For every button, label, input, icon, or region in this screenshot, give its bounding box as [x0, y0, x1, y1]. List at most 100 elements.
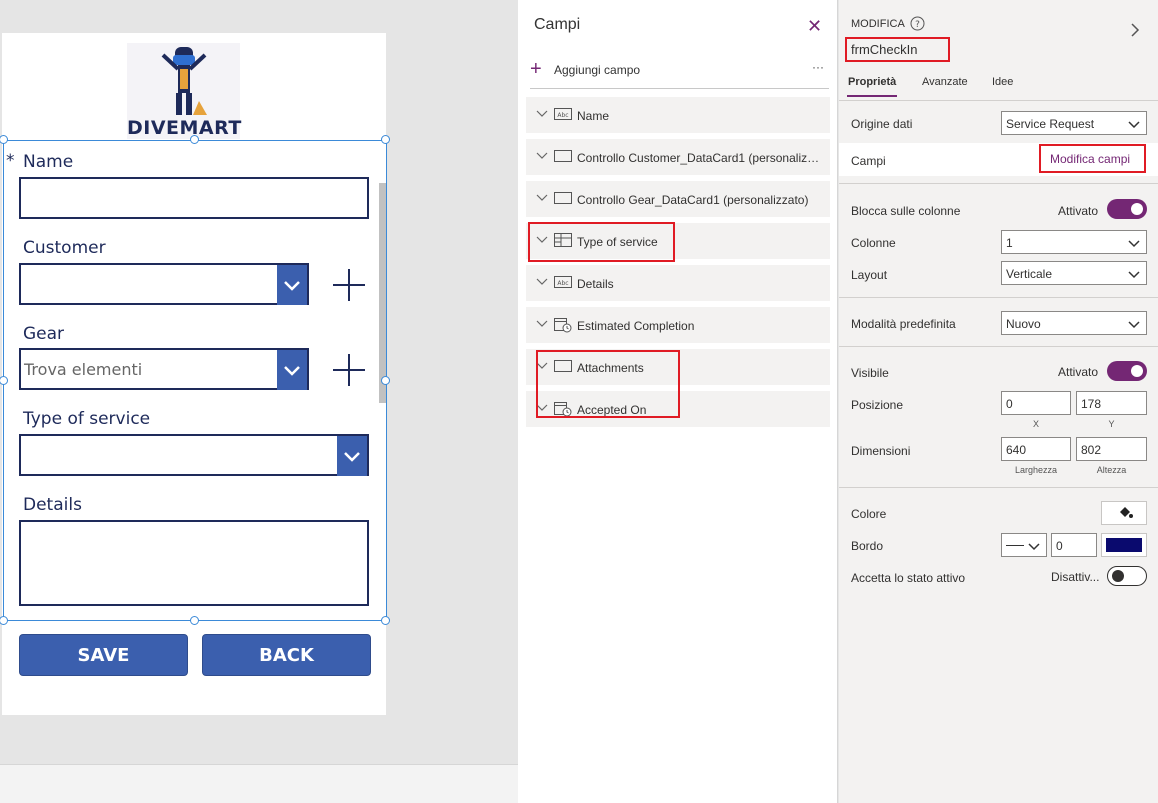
border-color-button[interactable]	[1101, 533, 1147, 557]
data-source-select[interactable]: Service Request	[1001, 111, 1147, 135]
height-input[interactable]: 802	[1076, 437, 1147, 461]
field-row-label: Estimated Completion	[577, 319, 695, 333]
paint-bucket-icon	[1120, 507, 1133, 518]
layout-value: Verticale	[1006, 267, 1053, 281]
field-row-label: Name	[577, 109, 610, 123]
divider	[530, 88, 829, 89]
chevron-down-icon	[1128, 321, 1140, 329]
add-field-label: Aggiungi campo	[554, 63, 641, 77]
accept-focus-state: Disattiv...	[1051, 570, 1100, 584]
more-options-icon[interactable]: ···	[812, 60, 824, 74]
accept-focus-toggle[interactable]	[1107, 566, 1147, 586]
default-mode-select[interactable]: Nuovo	[1001, 311, 1147, 335]
back-button[interactable]: BACK	[202, 634, 371, 676]
tab-ideas[interactable]: Idee	[992, 76, 1013, 88]
chevron-down-icon[interactable]	[536, 107, 548, 119]
line-style-icon	[1006, 545, 1024, 546]
resize-handle[interactable]	[190, 135, 199, 144]
resize-handle[interactable]	[190, 616, 199, 625]
field-row-label: Controllo Gear_DataCard1 (personalizzato…	[577, 193, 809, 207]
card-icon	[554, 149, 572, 163]
height-value: 802	[1081, 443, 1102, 457]
field-row[interactable]: Controllo Gear_DataCard1 (personalizzato…	[526, 181, 830, 217]
width-input[interactable]: 640	[1001, 437, 1071, 461]
position-y-value: 178	[1081, 397, 1102, 411]
position-x-value: 0	[1006, 397, 1013, 411]
chevron-down-icon[interactable]	[536, 149, 548, 161]
border-style-select[interactable]	[1001, 533, 1047, 557]
visible-toggle[interactable]	[1107, 361, 1147, 381]
size-label: Dimensioni	[851, 444, 911, 458]
field-row[interactable]: Controllo Customer_DataCard1 (personaliz…	[526, 139, 830, 175]
resize-handle[interactable]	[381, 135, 390, 144]
tab-properties[interactable]: Proprietà	[848, 76, 896, 88]
color-label: Colore	[851, 507, 887, 521]
position-x-input[interactable]: 0	[1001, 391, 1071, 415]
data-source-value: Service Request	[1006, 117, 1095, 131]
field-row-label: Details	[577, 277, 614, 291]
y-caption: Y	[1108, 419, 1115, 429]
border-label: Bordo	[851, 539, 884, 553]
visible-state: Attivato	[1058, 365, 1099, 379]
divider	[839, 100, 1158, 101]
columns-value: 1	[1006, 236, 1013, 250]
layout-label: Layout	[851, 268, 888, 282]
highlight-box	[1039, 144, 1146, 173]
position-y-input[interactable]: 178	[1076, 391, 1147, 415]
snap-columns-label: Blocca sulle colonne	[851, 204, 961, 218]
fields-panel: Campi ✕ + Aggiungi campo ··· Abc Name Cont…	[518, 0, 838, 803]
border-color-swatch	[1106, 538, 1142, 552]
chevron-right-icon[interactable]	[1129, 22, 1141, 38]
snap-columns-state: Attivato	[1058, 204, 1099, 218]
active-tab-indicator	[847, 95, 897, 97]
properties-panel: MODIFICA ? frmCheckIn Proprietà Avanzate…	[839, 0, 1158, 803]
text-field-icon: Abc	[554, 275, 572, 289]
highlight-box	[528, 222, 675, 262]
highlight-box	[536, 350, 680, 418]
fields-panel-title: Campi	[534, 16, 581, 33]
svg-text:?: ?	[915, 20, 920, 30]
chevron-down-icon	[1128, 121, 1140, 129]
color-picker-button[interactable]	[1101, 501, 1147, 525]
app-canvas: DIVEMART * Name Customer Gear Trova elem…	[0, 0, 518, 803]
chevron-down-icon[interactable]	[536, 275, 548, 287]
panel-header-label: MODIFICA	[851, 18, 905, 30]
divider	[839, 346, 1158, 347]
tab-advanced[interactable]: Avanzate	[922, 76, 968, 88]
resize-handle[interactable]	[381, 376, 390, 385]
columns-select[interactable]: 1	[1001, 230, 1147, 254]
card-icon	[554, 191, 572, 205]
snap-columns-toggle[interactable]	[1107, 199, 1147, 219]
divider	[839, 487, 1158, 488]
default-mode-value: Nuovo	[1006, 317, 1041, 331]
save-button[interactable]: SAVE	[19, 634, 188, 676]
accept-focus-label: Accetta lo stato attivo	[851, 571, 966, 585]
field-row[interactable]: Estimated Completion	[526, 307, 830, 343]
x-caption: X	[1032, 419, 1039, 429]
height-caption: Altezza	[1096, 465, 1127, 475]
canvas-bottom-bar	[0, 764, 518, 803]
add-field-button[interactable]: + Aggiungi campo ···	[530, 58, 830, 82]
chevron-down-icon[interactable]	[536, 191, 548, 203]
field-row[interactable]: Abc Details	[526, 265, 830, 301]
help-icon[interactable]: ?	[910, 16, 925, 31]
field-row-label: Controllo Customer_DataCard1 (personaliz…	[577, 151, 822, 165]
svg-text:Abc: Abc	[557, 280, 568, 287]
plus-icon: +	[530, 58, 542, 80]
border-width-input[interactable]: 0	[1051, 533, 1097, 557]
chevron-down-icon	[1128, 240, 1140, 248]
chevron-down-icon	[1128, 271, 1140, 279]
visible-label: Visibile	[851, 366, 889, 380]
resize-handle[interactable]	[381, 616, 390, 625]
highlight-box	[845, 37, 950, 62]
fields-label: Campi	[851, 154, 886, 168]
field-row[interactable]: Abc Name	[526, 97, 830, 133]
position-label: Posizione	[851, 398, 904, 412]
logo-text: DIVEMART	[127, 117, 242, 139]
divemart-logo: DIVEMART	[127, 43, 242, 139]
columns-label: Colonne	[851, 236, 896, 250]
diver-mascot-icon	[161, 47, 207, 115]
chevron-down-icon[interactable]	[536, 317, 548, 329]
layout-select[interactable]: Verticale	[1001, 261, 1147, 285]
close-icon[interactable]: ✕	[807, 16, 822, 37]
